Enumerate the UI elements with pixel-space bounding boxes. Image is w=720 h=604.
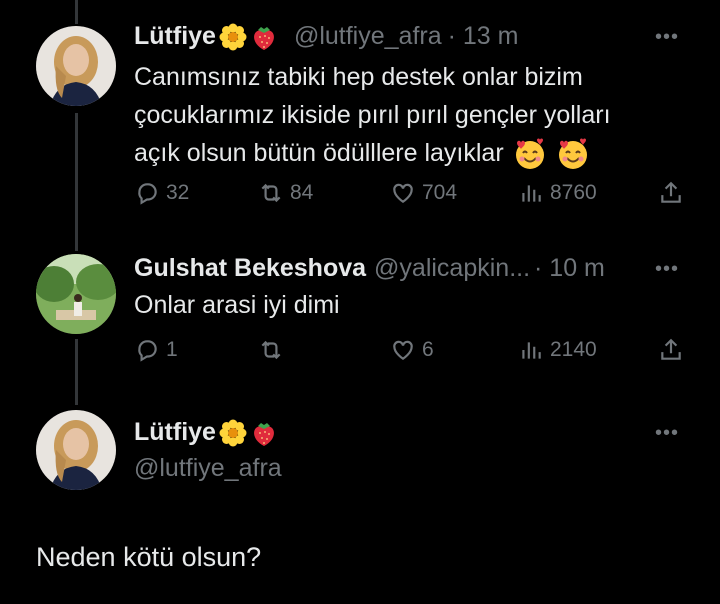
tweet-header: Gulshat Bekeshova @yalicapkin... · 10 m bbox=[134, 254, 605, 283]
more-options-button[interactable]: ••• bbox=[655, 258, 679, 281]
tweet-actions: 1 6 2140 bbox=[134, 337, 694, 367]
avatar[interactable] bbox=[36, 410, 116, 490]
views-icon bbox=[522, 185, 541, 202]
more-options-button[interactable]: ••• bbox=[655, 26, 679, 49]
reply-button[interactable]: 1 bbox=[134, 337, 178, 363]
views-button[interactable]: 8760 bbox=[518, 180, 597, 206]
tweet-text-line-last: açık olsun bütün ödülllere layıklar bbox=[134, 134, 611, 172]
repost-count: 84 bbox=[290, 181, 314, 204]
smiling-face-with-hearts-icon bbox=[556, 137, 590, 171]
timestamp[interactable]: · 10 m bbox=[534, 254, 605, 283]
blossom-icon bbox=[219, 23, 247, 51]
repost-icon bbox=[261, 340, 281, 360]
like-count: 6 bbox=[422, 338, 434, 361]
author-name[interactable]: Lütfiye bbox=[134, 22, 216, 51]
tweet-text: Canımsınız tabiki hep destek onlar bizim… bbox=[134, 58, 611, 172]
share-icon bbox=[661, 338, 681, 360]
like-button[interactable]: 6 bbox=[390, 337, 434, 363]
share-button[interactable] bbox=[658, 337, 690, 363]
share-button[interactable] bbox=[658, 180, 690, 206]
tweet-text: Neden kötü olsun? bbox=[36, 542, 262, 572]
repost-button[interactable] bbox=[258, 337, 290, 363]
author-handle[interactable]: @yalicapkin... bbox=[374, 254, 530, 283]
timestamp[interactable]: · 13 m bbox=[448, 22, 519, 51]
strawberry-icon bbox=[250, 419, 278, 447]
smiling-face-with-hearts-icon bbox=[513, 137, 547, 171]
tweet-text-line: çocuklarımız ikiside pırıl pırıl gençler… bbox=[134, 101, 611, 129]
views-icon bbox=[522, 342, 541, 359]
tweet-text: Onlar arasi iyi dimi bbox=[134, 291, 340, 319]
share-icon bbox=[661, 181, 681, 203]
author-name[interactable]: Gulshat Bekeshova bbox=[134, 254, 366, 283]
views-count: 2140 bbox=[550, 338, 597, 361]
views-button[interactable]: 2140 bbox=[518, 337, 597, 363]
reply-count: 32 bbox=[166, 181, 190, 204]
blossom-icon bbox=[219, 419, 247, 447]
author-handle[interactable]: @lutfiye_afra bbox=[294, 22, 442, 51]
tweet-header: Lütfiye bbox=[134, 418, 278, 447]
tweet-header: Lütfiye @lutfiye_afra · 13 m bbox=[134, 22, 518, 51]
strawberry-icon bbox=[250, 23, 278, 51]
thread-line-1 bbox=[75, 113, 78, 251]
like-button[interactable]: 704 bbox=[390, 180, 457, 206]
reply-count: 1 bbox=[166, 338, 178, 361]
repost-icon bbox=[261, 183, 281, 203]
reply-icon bbox=[138, 183, 157, 205]
reply-icon bbox=[138, 340, 157, 362]
like-icon bbox=[393, 183, 413, 203]
tweet-text-line: açık olsun bütün ödülllere layıklar bbox=[134, 139, 504, 167]
like-count: 704 bbox=[422, 181, 458, 204]
tweet-text-line: Canımsınız tabiki hep destek onlar bizim bbox=[134, 63, 583, 91]
more-options-button[interactable]: ••• bbox=[655, 422, 679, 445]
avatar[interactable] bbox=[36, 254, 116, 334]
like-icon bbox=[393, 340, 413, 360]
author-handle[interactable]: @lutfiye_afra bbox=[134, 454, 282, 483]
reply-button[interactable]: 32 bbox=[134, 180, 189, 206]
repost-button[interactable]: 84 bbox=[258, 180, 313, 206]
author-name[interactable]: Lütfiye bbox=[134, 418, 216, 447]
thread-line-top bbox=[75, 0, 78, 24]
tweet-actions: 32 84 704 8760 bbox=[134, 180, 694, 210]
avatar[interactable] bbox=[36, 26, 116, 106]
views-count: 8760 bbox=[550, 181, 597, 204]
thread-line-2 bbox=[75, 339, 78, 405]
